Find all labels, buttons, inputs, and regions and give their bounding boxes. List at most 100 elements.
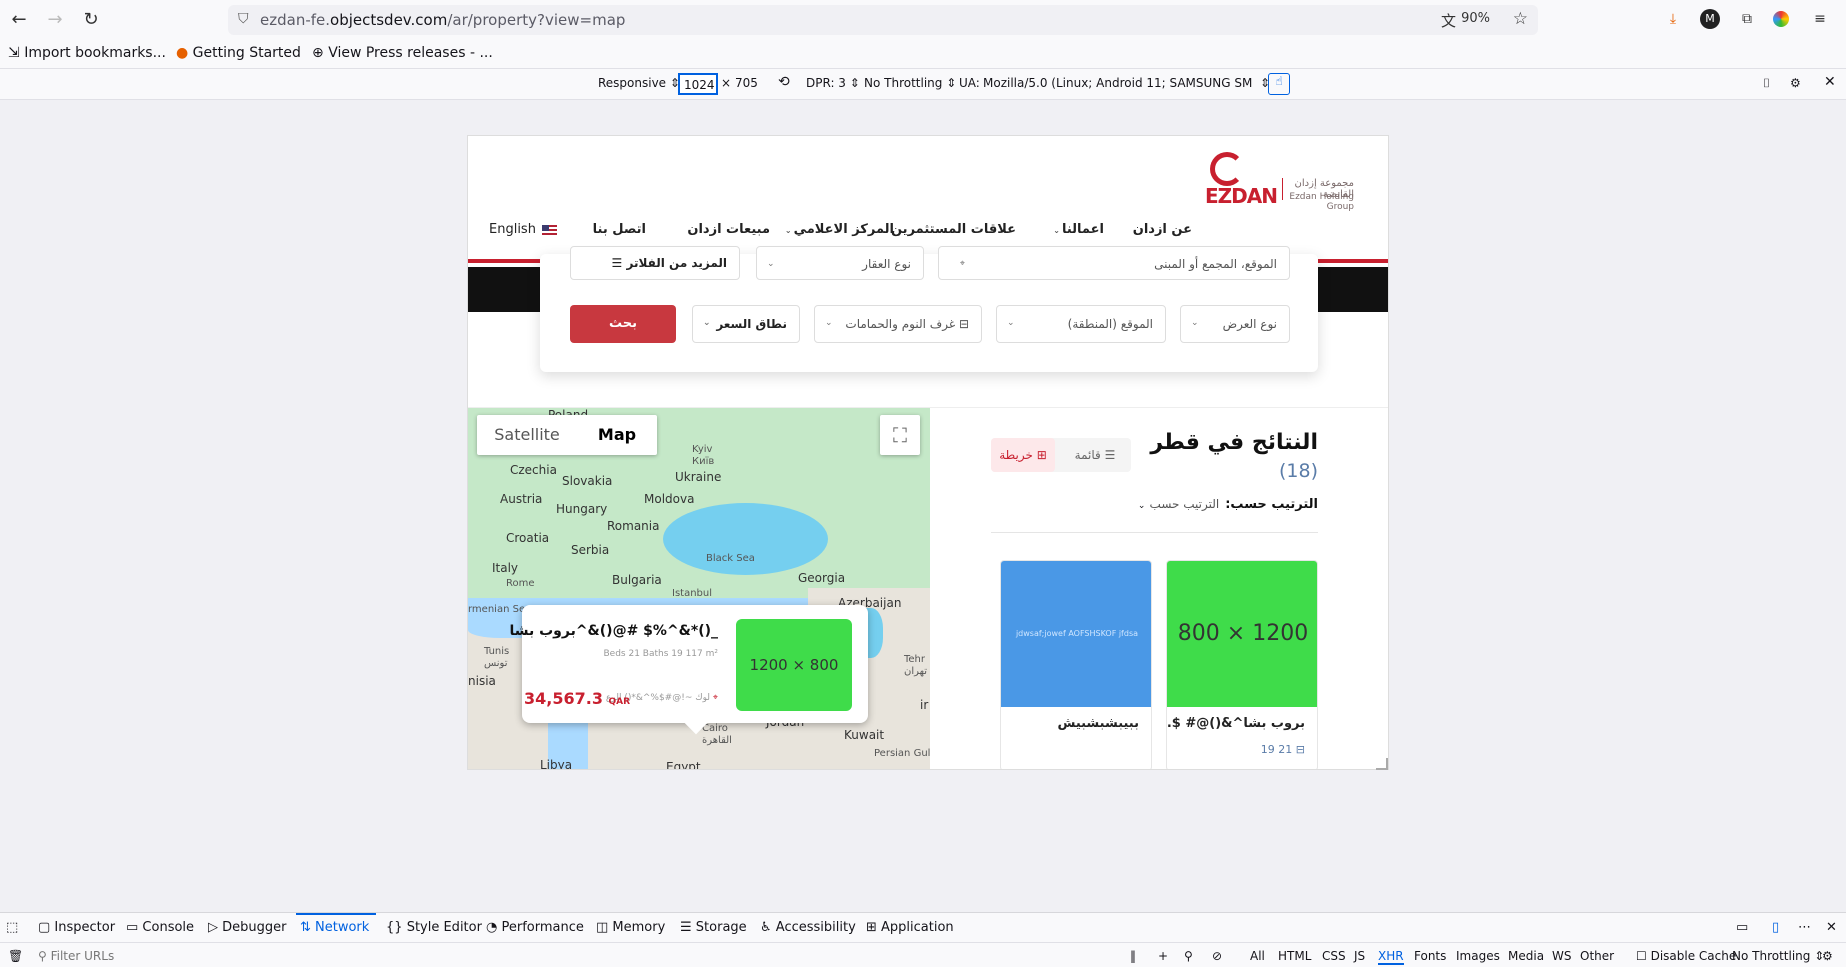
map-label: Tehr (904, 654, 926, 665)
device-select[interactable]: Responsive ⇕ (598, 76, 680, 90)
tab-inspector[interactable]: ▢ Inspector (38, 920, 115, 935)
viewport-width-input[interactable]: 1024 (678, 73, 718, 95)
filter-ws[interactable]: WS (1552, 949, 1571, 963)
tab-accessibility[interactable]: ♿ Accessibility (760, 920, 856, 935)
rooms-select[interactable]: ⊟ غرف النوم والحمامات ⌄ (814, 305, 982, 343)
filter-css[interactable]: CSS (1322, 949, 1346, 963)
filter-xhr[interactable]: XHR (1378, 949, 1404, 965)
bookmark-import[interactable]: ⇲ Import bookmarks... (8, 45, 166, 61)
reload-icon[interactable]: ↻ (80, 9, 102, 31)
search-icon[interactable]: ⚲ (1184, 949, 1193, 963)
map-icon: ⊞ (1036, 448, 1047, 462)
url-bar[interactable]: ⛉ ezdan-fe.objectsdev.com/ar/property?vi… (228, 5, 1538, 35)
map-label: تهران (904, 666, 928, 677)
tab-memory[interactable]: ◫ Memory (596, 920, 665, 935)
tab-performance[interactable]: ◔ Performance (486, 920, 584, 935)
disable-cache-checkbox[interactable]: ☐ Disable Cache (1636, 949, 1736, 963)
price-range-select[interactable]: نطاق السعر ⌄ (692, 305, 800, 343)
bookmark-getting-started[interactable]: ● Getting Started (176, 45, 301, 61)
tab-debugger[interactable]: ▷ Debugger (208, 920, 287, 935)
download-icon[interactable]: ⤓ (1663, 9, 1683, 29)
viewport-height-input[interactable]: 705 (731, 73, 773, 95)
translate-icon[interactable]: 文 (1441, 10, 1456, 31)
satellite-button[interactable]: Satellite (477, 415, 577, 455)
search-button[interactable]: بحث (570, 305, 676, 343)
more-filters-button[interactable]: المزيد من الفلاتر ☰ (570, 246, 740, 280)
rotate-icon[interactable]: ⟲ (778, 74, 790, 90)
map-label: Czechia (510, 463, 557, 477)
popup-title[interactable]: بروب بشا^&()@# $%^&*()_ (509, 623, 718, 639)
nav-contact[interactable]: اتصل بنا (593, 222, 646, 237)
filter-urls-input[interactable]: ⚲ Filter URLs (38, 949, 114, 963)
sort-control[interactable]: الترتيب حسب:الترتيب حسب ⌄ (1138, 497, 1318, 512)
dock-side-icon[interactable]: ▭ (1736, 920, 1748, 935)
ua-input[interactable]: Mozilla/5.0 (Linux; Android 11; SAMSUNG … (983, 76, 1270, 90)
nav-ezdan-sales[interactable]: مبيعات ازدان (687, 222, 770, 237)
tab-console[interactable]: ▭ Console (126, 920, 194, 935)
filter-fonts[interactable]: Fonts (1414, 949, 1446, 963)
viewport-resize-handle[interactable] (1376, 758, 1388, 770)
map-button[interactable]: Map (577, 415, 657, 455)
filter-images[interactable]: Images (1456, 949, 1500, 963)
filter-all[interactable]: All (1250, 949, 1265, 963)
menu-icon[interactable]: ≡ (1810, 9, 1830, 29)
property-type-select[interactable]: نوع العقار ⌄ (756, 246, 924, 280)
tab-application[interactable]: ⊞ Application (866, 920, 954, 935)
fullscreen-icon[interactable]: ⛶ (880, 415, 920, 455)
site-info-icon[interactable]: ⛉ (238, 11, 256, 29)
network-throttling-select[interactable]: No Throttling ⇕ (1732, 949, 1824, 963)
tab-network[interactable]: ⇅ Network (300, 920, 369, 935)
dpr-select[interactable]: DPR: 3 ⇕ (806, 76, 860, 90)
account-icon[interactable]: M (1700, 9, 1720, 29)
color-extension-icon[interactable] (1773, 11, 1789, 27)
card-image-placeholder: 1200 × 800 (1167, 561, 1317, 707)
nav-our-work[interactable]: اعمالنا⌄ (1053, 222, 1104, 237)
ezdan-logo[interactable]: EZDAN مجموعة إزدان القابضة Ezdan Holding… (1205, 152, 1354, 212)
touch-simulation-icon[interactable]: ☝ (1268, 73, 1290, 95)
tab-style-editor[interactable]: {} Style Editor (386, 920, 482, 935)
extensions-icon[interactable]: ⧉ (1737, 9, 1757, 29)
property-info-window[interactable]: 1200 × 800 بروب بشا^&()@# $%^&*()_ Beds … (509, 605, 868, 735)
tab-storage[interactable]: ☰ Storage (680, 920, 747, 935)
settings-gear-icon[interactable]: ⚙ (1790, 76, 1801, 90)
area-select[interactable]: الموقع (المنطقة) ⌄ (996, 305, 1166, 343)
property-card[interactable]: jdwsaf;jowef AOFSHSKOF jfdsa 1200×800 بب… (1000, 560, 1152, 769)
bed-icon: ⊟ (958, 317, 969, 331)
close-rdm-icon[interactable]: ✕ (1824, 74, 1836, 90)
filter-html[interactable]: HTML (1278, 949, 1311, 963)
results-panel: النتائج في قطر (18) ☰ قائمة ⊞ خريطة التر… (930, 408, 1388, 769)
property-card[interactable]: 1200 × 800 بروب بشا^&()@# $... ⊟ 21 19 (1166, 560, 1318, 769)
add-icon[interactable]: + (1158, 949, 1168, 963)
block-icon[interactable]: ⊘ (1212, 949, 1222, 963)
devtools-menu-icon[interactable]: ⋯ (1798, 920, 1811, 935)
nav-investor-relations[interactable]: علاقات المستثمرين⌄ (882, 222, 1016, 237)
close-devtools-icon[interactable]: ✕ (1826, 920, 1837, 935)
pause-icon[interactable]: ‖ (1130, 949, 1136, 963)
filter-other[interactable]: Other (1580, 949, 1614, 963)
location-search-input[interactable]: الموقع، المجمع أو المبنى ⌖ (938, 246, 1290, 280)
nav-about[interactable]: عن ازدان (1133, 222, 1192, 237)
map-label: Hungary (556, 502, 608, 516)
pick-element-icon[interactable]: ⬚ (6, 920, 18, 935)
map-label: Georgia (798, 571, 846, 585)
google-map[interactable]: Poland Czechia Slovakia Ukraine Kyiv Киї… (468, 408, 930, 769)
network-filter-bar: 🗑 ⚲ Filter URLs ‖ + ⚲ ⊘ All HTML CSS JS … (0, 943, 1846, 967)
filter-media[interactable]: Media (1508, 949, 1544, 963)
clear-trash-icon[interactable]: 🗑 (8, 949, 23, 963)
list-view-button[interactable]: ☰ قائمة (1059, 438, 1131, 472)
bookmark-star-icon[interactable]: ☆ (1513, 9, 1528, 29)
bookmark-press-releases[interactable]: ⊕ View Press releases - ... (312, 45, 493, 61)
offer-type-select[interactable]: نوع العرض ⌄ (1180, 305, 1290, 343)
forward-icon[interactable]: → (44, 9, 66, 31)
back-icon[interactable]: ← (8, 9, 30, 31)
network-settings-gear-icon[interactable]: ⚙ (1822, 949, 1833, 963)
nav-media-center[interactable]: المركز الاعلامي⌄ (785, 222, 894, 237)
throttling-select[interactable]: No Throttling ⇕ (864, 76, 956, 90)
screenshot-icon[interactable]: ⌷ (1763, 76, 1770, 91)
rdm-toggle-icon[interactable]: ▯ (1772, 920, 1779, 935)
language-switch[interactable]: English (489, 222, 557, 237)
zoom-level[interactable]: 90% (1461, 11, 1490, 26)
logo-english-text: Ezdan Holding Group (1289, 192, 1354, 212)
filter-js[interactable]: JS (1354, 949, 1365, 963)
map-view-button[interactable]: ⊞ خريطة (991, 438, 1055, 472)
